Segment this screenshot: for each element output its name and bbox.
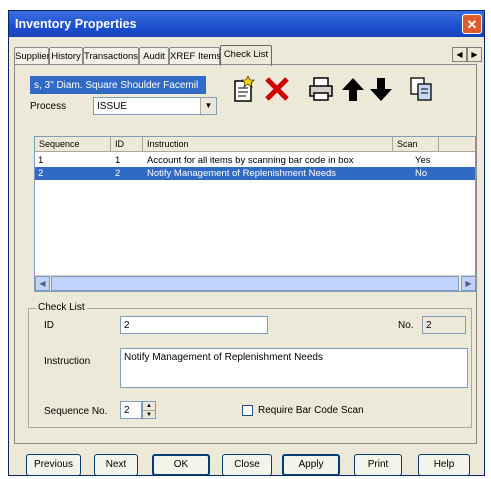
print-button[interactable]: Print bbox=[354, 454, 402, 476]
move-down-button[interactable] bbox=[366, 74, 396, 104]
delete-button[interactable] bbox=[262, 74, 292, 104]
apply-button[interactable]: Apply bbox=[282, 454, 340, 476]
sequence-no-label: Sequence No. bbox=[44, 406, 108, 417]
move-up-button[interactable] bbox=[338, 74, 368, 104]
table-row[interactable]: 1 1 Account for all items by scanning ba… bbox=[35, 154, 475, 167]
sequence-no-field[interactable]: 2 bbox=[120, 401, 142, 419]
column-header-id[interactable]: ID bbox=[111, 137, 143, 152]
column-header-sequence[interactable]: Sequence bbox=[35, 137, 111, 152]
require-bar-code-scan-checkbox[interactable] bbox=[242, 405, 253, 416]
new-button[interactable] bbox=[228, 74, 258, 104]
scroll-left-button[interactable]: ◀ bbox=[35, 276, 50, 291]
next-button[interactable]: Next bbox=[94, 454, 138, 476]
table-row[interactable]: 2 2 Notify Management of Replenishment N… bbox=[35, 167, 475, 180]
sequence-no-stepper[interactable]: ▲ ▼ bbox=[142, 401, 156, 419]
id-label: ID bbox=[44, 320, 54, 331]
instruction-label: Instruction bbox=[44, 356, 91, 367]
tab-suppliers[interactable]: Suppliers bbox=[14, 47, 55, 65]
id-field[interactable]: 2 bbox=[120, 316, 268, 334]
tab-xref-items[interactable]: XREF Items bbox=[169, 47, 221, 65]
close-icon: ✕ bbox=[466, 17, 478, 32]
print-toolbar-button[interactable] bbox=[306, 74, 336, 104]
spin-up-icon[interactable]: ▲ bbox=[143, 402, 155, 411]
move-down-icon bbox=[370, 78, 392, 101]
check-list-group-label: Check List bbox=[36, 302, 87, 313]
delete-icon bbox=[265, 77, 289, 101]
column-header-scan[interactable]: Scan bbox=[393, 137, 439, 152]
scroll-thumb[interactable] bbox=[51, 276, 459, 291]
copy-icon bbox=[410, 77, 432, 101]
tab-scroll-left-button[interactable]: ◀ bbox=[452, 47, 467, 62]
require-bar-code-scan-label: Require Bar Code Scan bbox=[258, 405, 364, 416]
copy-button[interactable] bbox=[406, 74, 436, 104]
item-field[interactable]: s, 3" Diam. Square Shoulder Facemil bbox=[30, 76, 206, 94]
tab-audit[interactable]: Audit bbox=[139, 47, 169, 65]
instruction-field[interactable]: Notify Management of Replenishment Needs bbox=[120, 348, 468, 388]
process-select[interactable]: ISSUE ▼ bbox=[93, 97, 217, 115]
column-header-extra bbox=[439, 137, 475, 152]
tab-transactions[interactable]: Transactions bbox=[83, 47, 139, 65]
process-label: Process bbox=[30, 101, 67, 112]
spin-down-icon[interactable]: ▼ bbox=[143, 411, 155, 419]
close-window-button[interactable]: ✕ bbox=[462, 14, 482, 34]
print-icon bbox=[309, 77, 333, 101]
scroll-right-button[interactable]: ▶ bbox=[461, 276, 475, 291]
help-button[interactable]: Help bbox=[418, 454, 470, 476]
ok-button[interactable]: OK bbox=[152, 454, 210, 476]
no-label: No. bbox=[398, 320, 414, 331]
chevron-down-icon: ▼ bbox=[200, 98, 216, 114]
tab-scroll-right-button[interactable]: ▶ bbox=[467, 47, 482, 62]
window-title: Inventory Properties bbox=[9, 11, 484, 37]
move-up-icon bbox=[342, 78, 364, 101]
horizontal-scrollbar[interactable]: ◀ ▶ bbox=[35, 275, 475, 291]
new-icon bbox=[234, 75, 255, 102]
previous-button[interactable]: Previous bbox=[26, 454, 81, 476]
no-field: 2 bbox=[422, 316, 466, 334]
close-button[interactable]: Close bbox=[222, 454, 272, 476]
tab-history[interactable]: History bbox=[49, 47, 83, 65]
check-list-grid[interactable]: Sequence ID Instruction Scan 1 1 Account… bbox=[34, 136, 476, 292]
chevron-right-icon: ▶ bbox=[465, 279, 472, 288]
chevron-left-icon: ◀ bbox=[39, 279, 46, 288]
tab-check-list[interactable]: Check List bbox=[220, 45, 272, 66]
chevron-right-icon: ▶ bbox=[471, 50, 478, 59]
column-header-instruction[interactable]: Instruction bbox=[143, 137, 393, 152]
chevron-left-icon: ◀ bbox=[456, 50, 463, 59]
